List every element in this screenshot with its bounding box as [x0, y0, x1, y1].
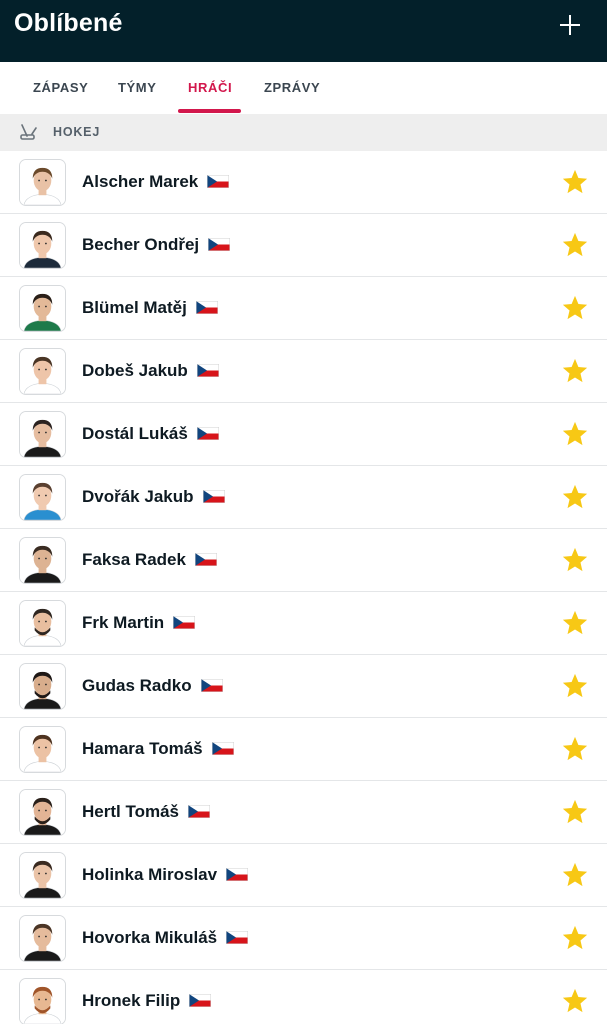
player-list: Alscher Marek Becher Ondřej Blümel Matěj…: [0, 151, 607, 1024]
player-avatar: [19, 600, 66, 647]
player-name: Holinka Miroslav: [82, 865, 218, 884]
czech-flag-icon: [196, 427, 219, 441]
player-row[interactable]: Hronek Filip: [0, 970, 607, 1024]
player-avatar: [19, 222, 66, 269]
czech-flag-icon: [208, 238, 231, 252]
czech-flag-icon: [200, 679, 223, 693]
tab-bar: ZÁPASY TÝMY HRÁČI ZPRÁVY: [0, 62, 607, 114]
player-row[interactable]: Hertl Tomáš: [0, 781, 607, 844]
player-name-line: Alscher Marek: [82, 172, 230, 192]
player-name-line: Dostál Lukáš: [82, 424, 219, 444]
favorite-star-icon[interactable]: [561, 861, 589, 889]
player-name: Alscher Marek: [82, 172, 199, 191]
player-name-line: Gudas Radko: [82, 676, 223, 696]
favorite-star-icon[interactable]: [561, 924, 589, 952]
player-name: Blümel Matěj: [82, 298, 187, 317]
player-name: Frk Martin: [82, 613, 165, 632]
favorite-star-icon[interactable]: [561, 546, 589, 574]
czech-flag-icon: [207, 175, 230, 189]
player-name-line: Holinka Miroslav: [82, 865, 249, 885]
player-name-line: Faksa Radek: [82, 550, 217, 570]
czech-flag-icon: [226, 931, 249, 945]
player-name-line: Hamara Tomáš: [82, 739, 234, 759]
player-avatar: [19, 978, 66, 1024]
czech-flag-icon: [173, 616, 196, 630]
player-avatar: [19, 474, 66, 521]
tab-tymy[interactable]: TÝMY: [118, 80, 157, 95]
app-header: Oblíbené: [0, 0, 607, 62]
favorite-star-icon[interactable]: [561, 357, 589, 385]
section-header-hockey: HOKEJ: [0, 114, 607, 151]
player-row[interactable]: Dobeš Jakub: [0, 340, 607, 403]
player-name: Dostál Lukáš: [82, 424, 188, 443]
favorite-star-icon[interactable]: [561, 168, 589, 196]
favorite-star-icon[interactable]: [561, 609, 589, 637]
player-row[interactable]: Gudas Radko: [0, 655, 607, 718]
player-avatar: [19, 537, 66, 584]
czech-flag-icon: [196, 364, 219, 378]
player-name: Hamara Tomáš: [82, 739, 203, 758]
player-name: Hovorka Mikuláš: [82, 928, 218, 947]
player-name-line: Hronek Filip: [82, 991, 212, 1011]
favorite-star-icon[interactable]: [561, 672, 589, 700]
player-name-line: Frk Martin: [82, 613, 196, 633]
player-name: Becher Ondřej: [82, 235, 200, 254]
player-row[interactable]: Alscher Marek: [0, 151, 607, 214]
player-row[interactable]: Blümel Matěj: [0, 277, 607, 340]
player-name-line: Hertl Tomáš: [82, 802, 210, 822]
player-name-line: Hovorka Mikuláš: [82, 928, 249, 948]
czech-flag-icon: [194, 553, 217, 567]
plus-icon[interactable]: [557, 12, 583, 38]
player-row[interactable]: Dostál Lukáš: [0, 403, 607, 466]
hockey-icon: [20, 124, 37, 140]
player-avatar: [19, 915, 66, 962]
player-name: Hronek Filip: [82, 991, 181, 1010]
player-avatar: [19, 159, 66, 206]
player-row[interactable]: Holinka Miroslav: [0, 844, 607, 907]
czech-flag-icon: [202, 490, 225, 504]
player-row[interactable]: Frk Martin: [0, 592, 607, 655]
player-row[interactable]: Hovorka Mikuláš: [0, 907, 607, 970]
player-avatar: [19, 285, 66, 332]
czech-flag-icon: [189, 994, 212, 1008]
favorite-star-icon[interactable]: [561, 231, 589, 259]
favorite-star-icon[interactable]: [561, 735, 589, 763]
player-avatar: [19, 348, 66, 395]
favorite-star-icon[interactable]: [561, 420, 589, 448]
tab-zpravy[interactable]: ZPRÁVY: [264, 80, 320, 95]
player-name-line: Becher Ondřej: [82, 235, 231, 255]
player-avatar: [19, 663, 66, 710]
player-row[interactable]: Becher Ondřej: [0, 214, 607, 277]
tab-zapasy[interactable]: ZÁPASY: [33, 80, 88, 95]
player-avatar: [19, 726, 66, 773]
favorite-star-icon[interactable]: [561, 294, 589, 322]
player-name: Gudas Radko: [82, 676, 192, 695]
player-avatar: [19, 789, 66, 836]
player-row[interactable]: Dvořák Jakub: [0, 466, 607, 529]
active-tab-indicator: [178, 109, 241, 113]
player-avatar: [19, 411, 66, 458]
czech-flag-icon: [195, 301, 218, 315]
section-label: HOKEJ: [53, 125, 101, 139]
favorite-star-icon[interactable]: [561, 798, 589, 826]
player-row[interactable]: Faksa Radek: [0, 529, 607, 592]
tab-hraci[interactable]: HRÁČI: [188, 80, 232, 95]
favorite-star-icon[interactable]: [561, 987, 589, 1015]
player-name: Dobeš Jakub: [82, 361, 188, 380]
player-name-line: Dvořák Jakub: [82, 487, 225, 507]
player-name-line: Blümel Matěj: [82, 298, 218, 318]
player-row[interactable]: Hamara Tomáš: [0, 718, 607, 781]
favorite-star-icon[interactable]: [561, 483, 589, 511]
player-name: Dvořák Jakub: [82, 487, 194, 506]
player-name-line: Dobeš Jakub: [82, 361, 219, 381]
czech-flag-icon: [211, 742, 234, 756]
czech-flag-icon: [188, 805, 210, 819]
page-title: Oblíbené: [14, 9, 123, 37]
czech-flag-icon: [226, 868, 249, 882]
player-name: Hertl Tomáš: [82, 802, 179, 821]
player-avatar: [19, 852, 66, 899]
player-name: Faksa Radek: [82, 550, 186, 569]
